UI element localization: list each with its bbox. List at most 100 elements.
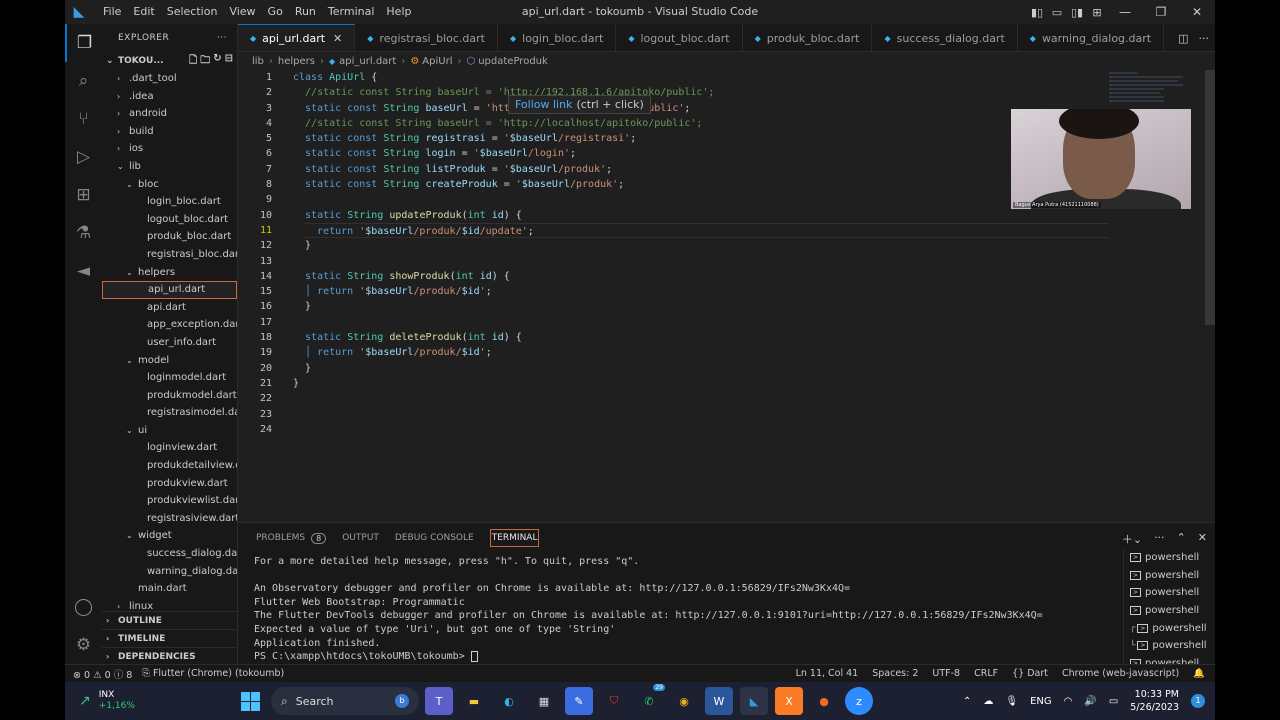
tree-item[interactable]: registrasi_bloc.dart (102, 246, 237, 264)
tab-terminal[interactable]: TERMINAL (482, 523, 548, 553)
wifi-icon[interactable]: ◠ (1064, 696, 1073, 707)
code-line[interactable]: } (293, 238, 1109, 253)
volume-icon[interactable]: 🔊 (1084, 696, 1096, 707)
testing-icon[interactable]: ⚗ (65, 214, 102, 252)
menu-selection[interactable]: Selection (161, 0, 224, 24)
new-file-icon[interactable]: 🗋 (189, 53, 197, 70)
customize-layout-icon[interactable]: ⊞ (1087, 0, 1107, 24)
code-line[interactable]: static const String listProduk = '$baseU… (293, 162, 1109, 177)
tree-item[interactable]: loginview.dart (102, 439, 237, 457)
editor-scrollbar[interactable] (1205, 70, 1215, 325)
target-device[interactable]: Chrome (web-javascript) (1062, 668, 1179, 679)
notifications-icon[interactable]: 🔔 (1193, 668, 1205, 679)
code-line[interactable] (293, 254, 1109, 269)
code-line[interactable]: } (293, 361, 1109, 376)
tree-item[interactable]: ⌄ widget (102, 527, 237, 545)
cloud-icon[interactable]: ☁ (983, 696, 993, 707)
more-actions-icon[interactable]: ··· (1199, 32, 1210, 45)
dependencies-section[interactable]: › DEPENDENCIES (102, 647, 237, 664)
tab-problems[interactable]: PROBLEMS 8 (248, 523, 334, 553)
code-line[interactable]: } (293, 299, 1109, 314)
code-line[interactable]: //static const String baseUrl = 'http://… (293, 116, 1109, 131)
run-debug-icon[interactable]: ▷ (65, 138, 102, 176)
breadcrumb-helpers[interactable]: helpers (278, 56, 315, 67)
tree-item[interactable]: warning_dialog.dart (102, 563, 237, 581)
vscode-taskbar-icon[interactable]: ◣ (740, 687, 768, 715)
refresh-icon[interactable]: ↻ (213, 53, 221, 70)
menu-help[interactable]: Help (380, 0, 417, 24)
line-ending[interactable]: CRLF (974, 668, 998, 679)
tree-item[interactable]: › .dart_tool (102, 70, 237, 88)
tree-item[interactable]: logout_bloc.dart (102, 211, 237, 229)
editor-tab[interactable]: ◆ registrasi_bloc.dart (355, 24, 498, 51)
menu-run[interactable]: Run (289, 0, 322, 24)
close-window-button[interactable]: ✕ (1179, 0, 1215, 24)
flutter-icon[interactable]: ◄ (65, 252, 102, 290)
menu-terminal[interactable]: Terminal (322, 0, 381, 24)
follow-link[interactable]: Follow link (515, 98, 572, 111)
code-line[interactable]: } (293, 376, 1109, 391)
search-icon[interactable]: ⌕ (65, 62, 102, 100)
terminal-instance[interactable]: ┌ > powershell (1124, 619, 1215, 637)
terminal-instance[interactable]: > powershell (1124, 602, 1215, 620)
code-line[interactable]: static String showProduk(int id) { (293, 269, 1109, 284)
tree-item[interactable]: api_url.dart (102, 281, 237, 299)
terminal-instance[interactable]: > powershell (1124, 584, 1215, 602)
tree-item[interactable]: produkdetailview.d... (102, 457, 237, 475)
taskbar-search[interactable]: ⌕ Search b (271, 687, 419, 715)
tree-item[interactable]: ⌄ bloc (102, 176, 237, 194)
code-line[interactable]: static const String registrasi = '$baseU… (293, 131, 1109, 146)
tree-item[interactable]: registrasimodel.dart (102, 404, 237, 422)
tree-item[interactable]: ⌄ ui (102, 422, 237, 440)
terminal-instance[interactable]: > powershell (1124, 549, 1215, 567)
tree-item[interactable]: › android (102, 105, 237, 123)
code-line[interactable] (293, 407, 1109, 422)
gear-icon[interactable]: ⚙ (65, 626, 102, 664)
editor-tab[interactable]: ◆ success_dialog.dart (872, 24, 1018, 51)
code-line[interactable]: │ return '$baseUrl/produk/$id'; (293, 345, 1109, 360)
breadcrumb-method[interactable]: updateProduk (478, 56, 548, 67)
whiteboard-icon[interactable]: ✎ (565, 687, 593, 715)
menu-edit[interactable]: Edit (127, 0, 160, 24)
code-line[interactable] (293, 192, 1109, 207)
tree-item[interactable]: › ios (102, 140, 237, 158)
notification-badge[interactable]: 1 (1191, 694, 1205, 708)
store-icon[interactable]: ▦ (530, 687, 558, 715)
start-button[interactable] (235, 686, 265, 716)
teams-icon[interactable]: T (425, 687, 453, 715)
outline-section[interactable]: › OUTLINE (102, 611, 237, 629)
clock[interactable]: 10:33 PM 5/26/2023 (1130, 688, 1179, 714)
microphone-icon[interactable]: 🎙 (1005, 696, 1018, 707)
code-line[interactable] (293, 422, 1109, 437)
editor-tab[interactable]: ◆ warning_dialog.dart (1018, 24, 1165, 51)
tree-item[interactable]: loginmodel.dart (102, 369, 237, 387)
tree-item[interactable]: ⌄ lib (102, 158, 237, 176)
code-line[interactable]: static const String login = '$baseUrl/lo… (293, 146, 1109, 161)
tree-item[interactable]: api.dart (102, 299, 237, 317)
more-actions-icon[interactable]: ··· (1154, 531, 1165, 547)
tree-item[interactable]: produkmodel.dart (102, 387, 237, 405)
tab-output[interactable]: OUTPUT (334, 523, 387, 553)
code-line[interactable]: return '$baseUrl/produk/$id/update'; (305, 222, 1109, 239)
battery-icon[interactable]: ▭ (1109, 696, 1118, 707)
more-actions-icon[interactable]: ··· (217, 33, 227, 43)
tree-item[interactable]: app_exception.dart (102, 316, 237, 334)
breadcrumb-class[interactable]: ApiUrl (422, 56, 452, 67)
close-tab-icon[interactable]: ✕ (333, 32, 342, 45)
maximize-panel-icon[interactable]: ⌃ (1177, 531, 1186, 547)
editor-tab[interactable]: ◆ api_url.dart ✕ (238, 24, 356, 51)
tree-item[interactable]: ⌄ helpers (102, 264, 237, 282)
menu-file[interactable]: File (97, 0, 127, 24)
chevron-up-icon[interactable]: ⌃ (963, 696, 971, 707)
device-status[interactable]: ⎘ Flutter (Chrome) (tokoumb) (142, 668, 284, 679)
zoom-icon[interactable]: z (845, 687, 873, 715)
code-line[interactable]: static const String baseUrl = 'http://lo… (293, 101, 1109, 116)
indentation[interactable]: Spaces: 2 (872, 668, 918, 679)
tree-item[interactable]: ⌄ model (102, 352, 237, 370)
mcafee-icon[interactable]: ⛉ (600, 687, 628, 715)
tree-item[interactable]: user_info.dart (102, 334, 237, 352)
new-folder-icon[interactable]: 🗀 (200, 53, 210, 70)
language-indicator[interactable]: ENG (1030, 696, 1052, 707)
tree-item[interactable]: › build (102, 123, 237, 141)
minimize-button[interactable]: — (1107, 0, 1143, 24)
